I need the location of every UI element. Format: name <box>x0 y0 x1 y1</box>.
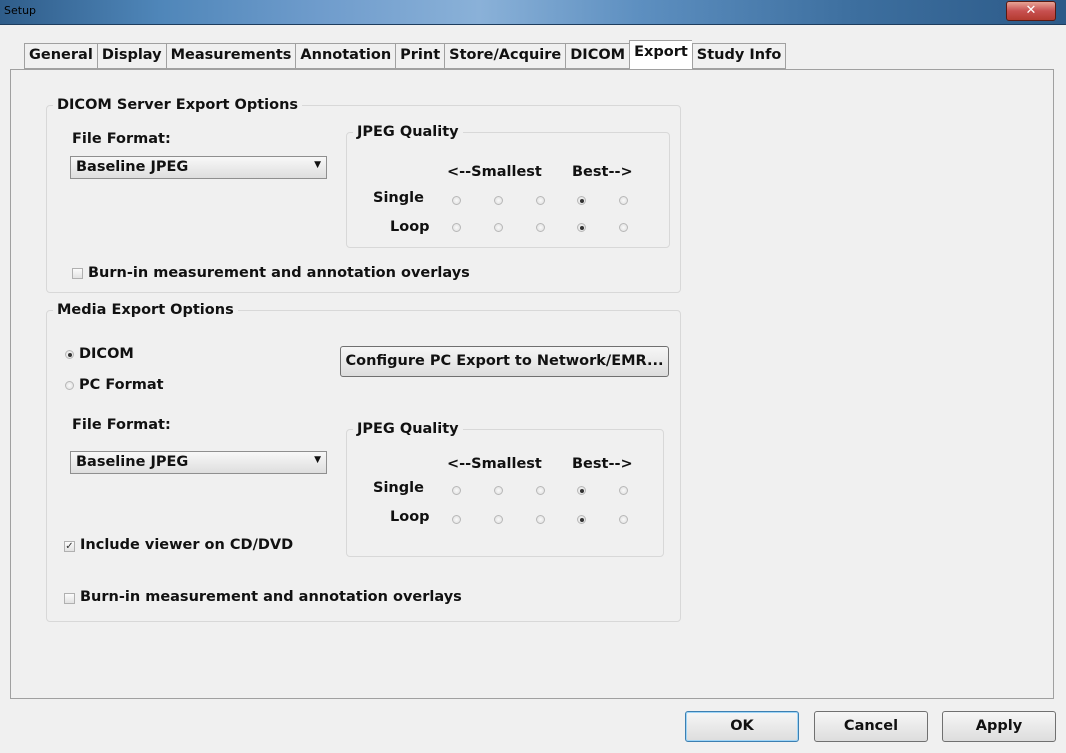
media-file-format-select[interactable]: Baseline JPEG ▼ <box>70 451 327 474</box>
tab-annotation[interactable]: Annotation <box>295 43 396 69</box>
tab-study-info[interactable]: Study Info <box>691 43 787 69</box>
server-smallest-label: <--Smallest <box>447 164 542 180</box>
server-file-format-label: File Format: <box>72 131 171 147</box>
server-single-quality-1-radio[interactable] <box>452 196 461 205</box>
server-single-quality-4-radio[interactable] <box>577 196 586 205</box>
media-dicom-label: DICOM <box>79 346 134 362</box>
dicom-server-export-title: DICOM Server Export Options <box>57 97 299 113</box>
server-loop-quality-1-radio[interactable] <box>452 223 461 232</box>
media-loop-quality-3-radio[interactable] <box>536 515 545 524</box>
server-loop-quality-3-radio[interactable] <box>536 223 545 232</box>
media-single-label: Single <box>373 480 424 496</box>
server-single-quality-5-radio[interactable] <box>619 196 628 205</box>
server-loop-quality-2-radio[interactable] <box>494 223 503 232</box>
chevron-down-icon: ▼ <box>314 455 321 465</box>
media-best-label: Best--> <box>572 456 633 472</box>
server-jpeg-quality-title: JPEG Quality <box>357 124 459 140</box>
media-single-quality-2-radio[interactable] <box>494 486 503 495</box>
apply-button[interactable]: Apply <box>942 711 1056 742</box>
ok-button[interactable]: OK <box>685 711 799 742</box>
media-pc-format-radio[interactable] <box>65 381 74 390</box>
server-loop-quality-5-radio[interactable] <box>619 223 628 232</box>
server-best-label: Best--> <box>572 164 633 180</box>
tab-store-acquire[interactable]: Store/Acquire <box>444 43 566 69</box>
media-loop-quality-5-radio[interactable] <box>619 515 628 524</box>
tab-print[interactable]: Print <box>395 43 445 69</box>
media-file-format-value: Baseline JPEG <box>76 454 189 470</box>
media-pc-format-label: PC Format <box>79 377 164 393</box>
check-icon: ✓ <box>65 541 74 552</box>
media-loop-quality-1-radio[interactable] <box>452 515 461 524</box>
window-title: Setup <box>4 4 37 17</box>
server-file-format-value: Baseline JPEG <box>76 159 189 175</box>
media-file-format-label: File Format: <box>72 417 171 433</box>
media-loop-quality-2-radio[interactable] <box>494 515 503 524</box>
chevron-down-icon: ▼ <box>314 160 321 170</box>
tab-display[interactable]: Display <box>96 43 166 69</box>
server-loop-label: Loop <box>390 219 430 235</box>
tab-measurements[interactable]: Measurements <box>165 43 296 69</box>
server-burn-in-label: Burn-in measurement and annotation overl… <box>88 265 470 281</box>
media-export-title: Media Export Options <box>57 302 234 318</box>
media-single-quality-4-radio[interactable] <box>577 486 586 495</box>
media-single-quality-5-radio[interactable] <box>619 486 628 495</box>
title-bar: Setup ✕ <box>0 0 1066 25</box>
media-smallest-label: <--Smallest <box>447 456 542 472</box>
media-dicom-radio[interactable] <box>65 350 74 359</box>
include-viewer-checkbox[interactable]: ✓ <box>64 541 75 552</box>
media-jpeg-quality-title: JPEG Quality <box>357 421 459 437</box>
tab-strip: General Display Measurements Annotation … <box>24 40 787 70</box>
server-file-format-select[interactable]: Baseline JPEG ▼ <box>70 156 327 179</box>
server-single-quality-3-radio[interactable] <box>536 196 545 205</box>
tab-general[interactable]: General <box>24 43 97 69</box>
server-burn-in-checkbox[interactable] <box>72 268 83 279</box>
tab-dicom[interactable]: DICOM <box>565 43 630 69</box>
include-viewer-label: Include viewer on CD/DVD <box>80 537 294 553</box>
media-burn-in-checkbox[interactable] <box>64 593 75 604</box>
media-single-quality-1-radio[interactable] <box>452 486 461 495</box>
tab-export[interactable]: Export <box>629 40 692 70</box>
media-loop-label: Loop <box>390 509 430 525</box>
media-loop-quality-4-radio[interactable] <box>577 515 586 524</box>
media-burn-in-label: Burn-in measurement and annotation overl… <box>80 589 462 605</box>
media-single-quality-3-radio[interactable] <box>536 486 545 495</box>
server-loop-quality-4-radio[interactable] <box>577 223 586 232</box>
server-single-quality-2-radio[interactable] <box>494 196 503 205</box>
configure-pc-export-button[interactable]: Configure PC Export to Network/EMR... <box>340 346 669 377</box>
close-button[interactable]: ✕ <box>1006 1 1056 21</box>
cancel-button[interactable]: Cancel <box>814 711 928 742</box>
server-single-label: Single <box>373 190 424 206</box>
close-icon: ✕ <box>1025 3 1037 18</box>
